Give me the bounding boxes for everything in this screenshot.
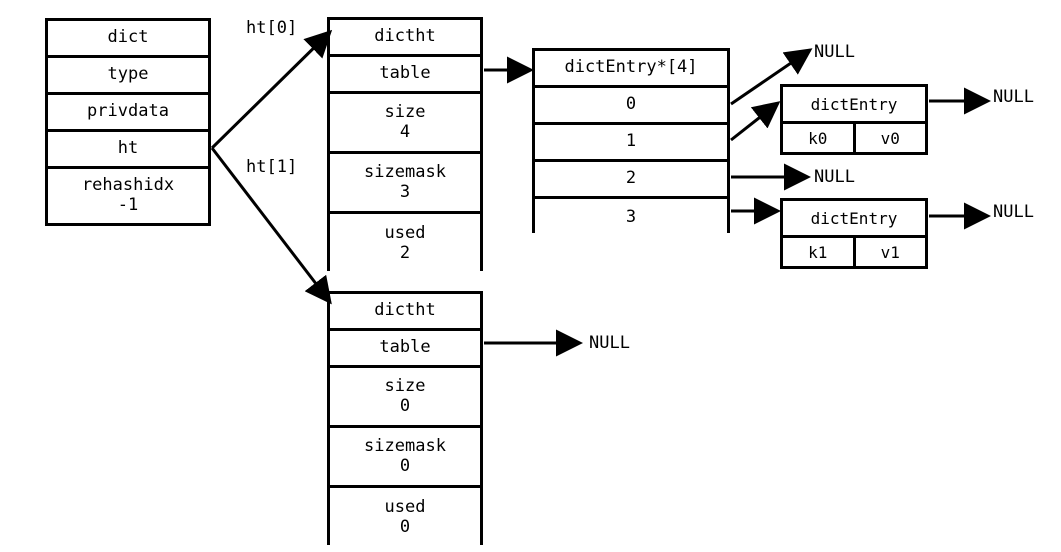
- bucket-slot-2: 2: [535, 162, 727, 199]
- diagram-canvas: dict type privdata ht rehashidx -1 dicth…: [0, 0, 1061, 552]
- entry1-next-null-label: NULL: [993, 202, 1034, 222]
- dictht0-field-sizemask-value: 3: [399, 181, 411, 202]
- dict-field-ht: ht: [48, 132, 208, 169]
- bucket-slot-1: 1: [535, 125, 727, 162]
- dictht0-title: dictht: [330, 20, 480, 57]
- dictht0-field-size-value: 4: [399, 121, 411, 142]
- bucket-slot-3: 3: [535, 199, 727, 236]
- slot0-null-label: NULL: [814, 42, 855, 62]
- dict-struct-title: dict: [48, 21, 208, 58]
- dictht1-field-sizemask: sizemask 0: [330, 428, 480, 488]
- entry0-next-null-label: NULL: [993, 87, 1034, 107]
- dict-field-rehashidx-value: -1: [117, 195, 139, 215]
- dictht1-field-sizemask-value: 0: [399, 455, 411, 476]
- arrow-ht0: [210, 29, 333, 150]
- dict-entry-1-box: dictEntry k1 v1: [780, 198, 928, 269]
- dictht0-field-size-label: size: [384, 101, 426, 122]
- dictht0-field-used: used 2: [330, 214, 480, 274]
- dict-struct-title-label: dict: [107, 27, 149, 48]
- bucket-slot-2-index: 2: [625, 168, 637, 189]
- bucket-array-box: dictEntry*[4] 0 1 2 3: [532, 48, 730, 236]
- dictht1-field-sizemask-label: sizemask: [364, 435, 446, 456]
- dictht1-title: dictht: [330, 294, 480, 331]
- dict-entry-1-key: k1: [783, 238, 856, 266]
- dictht1-field-table-label: table: [379, 337, 431, 358]
- dictht1-field-used: used 0: [330, 488, 480, 548]
- arrow-slot1-to-entry0: [730, 101, 781, 142]
- dictht1-field-size-label: size: [384, 375, 426, 396]
- ht1-pointer-label: ht[1]: [246, 157, 298, 177]
- dictht0-box: dictht table size 4 sizemask 3 used 2: [327, 17, 483, 274]
- dictht1-box: dictht table size 0 sizemask 0 used 0: [327, 291, 483, 548]
- dictht0-field-used-label: used: [384, 223, 426, 244]
- dictht1-field-table: table: [330, 331, 480, 368]
- dict-field-type-label: type: [107, 64, 149, 85]
- dictht0-field-sizemask-label: sizemask: [364, 161, 446, 182]
- dict-entry-0-title: dictEntry: [783, 87, 925, 124]
- dict-field-type: type: [48, 58, 208, 95]
- dictht0-field-used-value: 2: [399, 243, 411, 263]
- bucket-slot-3-index: 3: [625, 206, 637, 227]
- bucket-array-header-label: dictEntry*[4]: [564, 57, 698, 78]
- dictht0-field-table-label: table: [379, 63, 431, 84]
- dict-entry-0-key: k0: [783, 124, 856, 152]
- dict-entry-0-value: v0: [880, 128, 900, 148]
- dictht0-field-sizemask: sizemask 3: [330, 154, 480, 214]
- dict-entry-0-box: dictEntry k0 v0: [780, 84, 928, 155]
- dictht1-field-size: size 0: [330, 368, 480, 428]
- dict-entry-1-kv: k1 v1: [783, 238, 925, 266]
- dict-field-rehashidx-label: rehashidx: [81, 175, 175, 196]
- slot2-null-label: NULL: [814, 167, 855, 187]
- bucket-array-header: dictEntry*[4]: [535, 51, 727, 88]
- dictht0-title-label: dictht: [374, 26, 436, 47]
- bucket-slot-0-index: 0: [625, 94, 637, 115]
- dict-field-privdata: privdata: [48, 95, 208, 132]
- bucket-slot-1-index: 1: [625, 131, 637, 152]
- ht0-pointer-label: ht[0]: [246, 18, 298, 38]
- dictht1-field-used-value: 0: [399, 517, 411, 537]
- dict-entry-0-kv: k0 v0: [783, 124, 925, 152]
- dict-struct-box: dict type privdata ht rehashidx -1: [45, 18, 211, 226]
- dict-entry-1-value: v1: [880, 242, 900, 262]
- bucket-slot-0: 0: [535, 88, 727, 125]
- dict-entry-1-title: dictEntry: [783, 201, 925, 238]
- dict-field-rehashidx: rehashidx -1: [48, 169, 208, 223]
- dictht1-field-size-value: 0: [399, 395, 411, 416]
- ht1-table-null-label: NULL: [589, 333, 630, 353]
- dict-field-privdata-label: privdata: [87, 101, 169, 122]
- dictht1-field-used-label: used: [384, 497, 426, 518]
- dictht0-field-table: table: [330, 57, 480, 94]
- dictht0-field-size: size 4: [330, 94, 480, 154]
- dictht1-title-label: dictht: [374, 300, 436, 321]
- dict-field-ht-label: ht: [117, 138, 139, 159]
